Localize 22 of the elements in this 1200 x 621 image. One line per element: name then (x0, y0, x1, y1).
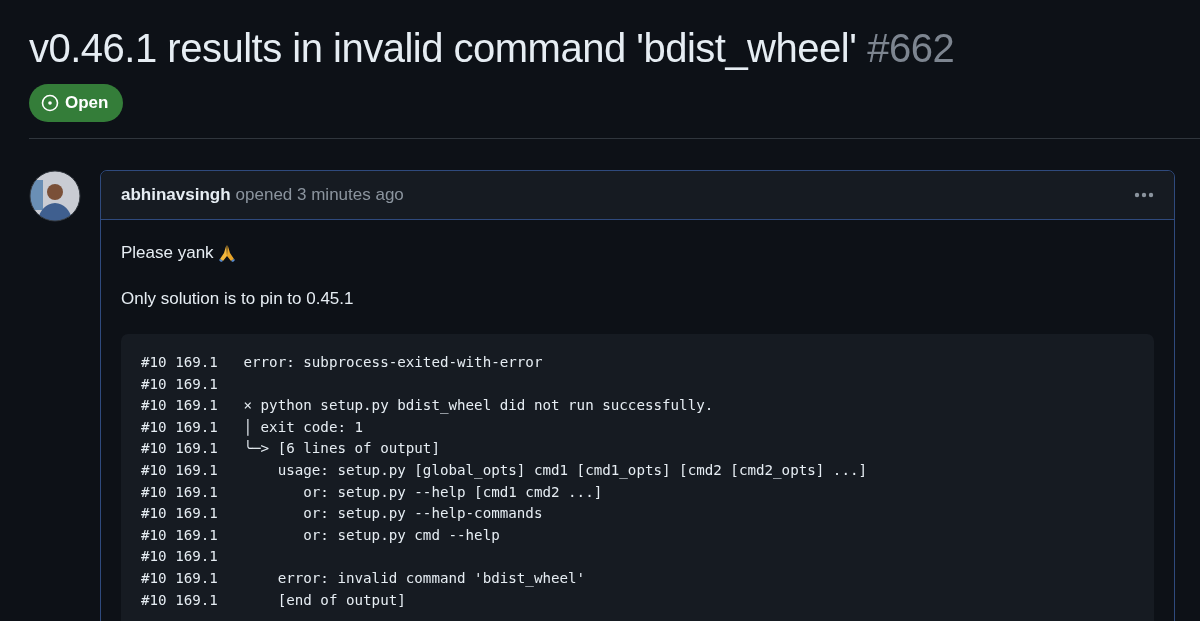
more-options-icon[interactable] (1134, 192, 1154, 198)
open-circle-icon (41, 94, 59, 112)
code-line: #10 169.1 or: setup.py cmd --help (141, 526, 500, 543)
code-line: #10 169.1 or: setup.py --help-commands (141, 505, 543, 522)
comment-meta: opened 3 minutes ago (235, 185, 404, 204)
praying-hands-icon (218, 244, 235, 262)
code-line: #10 169.1 ╰─> [6 lines of output] (141, 440, 440, 457)
status-badge: Open (29, 84, 124, 122)
code-line: #10 169.1 │ exit code: 1 (141, 418, 364, 435)
code-line: #10 169.1 [end of output] (141, 591, 406, 608)
issue-title: v0.46.1 results in invalid command 'bdist_wheel' (29, 25, 857, 72)
code-line: #10 169.1 error: subprocess-exited-with-error (141, 354, 543, 370)
issue-number: #662 (867, 25, 955, 72)
author-name[interactable]: abhinavsingh (121, 185, 231, 204)
comment-text: Only solution is to pin to 0.45.1 (121, 288, 354, 310)
code-line: #10 169.1 usage: setup.py [global_opts] cmd1 [cmd1_opts] [cmd2 [cmd2_opts] ...] (141, 461, 868, 478)
code-line: #10 169.1 or: setup.py --help [cmd1 cmd2 ...] (141, 483, 603, 500)
code-line: #10 169.1 (141, 375, 218, 392)
code-line: #10 169.1 × python setup.py bdist_wheel did not run successfully. (141, 397, 714, 414)
code-line: #10 169.1 error: invalid command 'bdist_wheel' (141, 569, 586, 586)
comment-text: Please yank (121, 242, 214, 264)
code-line: #10 169.1 (141, 548, 218, 565)
